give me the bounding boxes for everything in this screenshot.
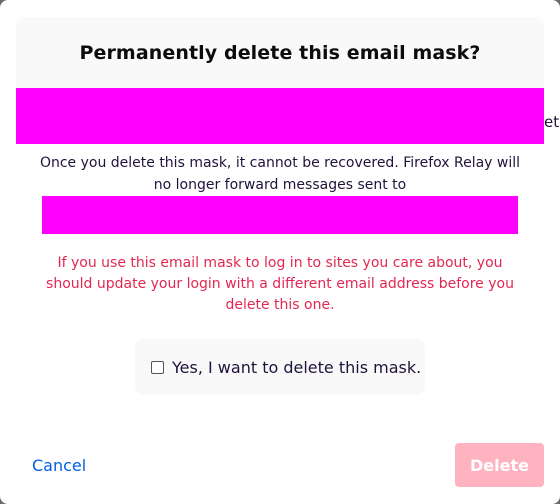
dialog-description: Once you delete this mask, it cannot be … [39, 155, 521, 193]
warning-message: If you use this email mask to log in to … [46, 255, 514, 313]
cancel-button[interactable]: Cancel [32, 456, 86, 475]
delete-button[interactable]: Delete [455, 443, 544, 487]
dialog-header: Permanently delete this email mask? [16, 17, 544, 88]
redacted-mask-address [16, 88, 544, 144]
confirm-checkbox[interactable] [151, 360, 164, 374]
dialog-title: Permanently delete this email mask? [79, 41, 481, 64]
clipped-text: et [544, 113, 560, 131]
delete-mask-dialog: Permanently delete this email mask? et O… [0, 0, 560, 504]
confirm-label: Yes, I want to delete this mask. [172, 357, 422, 377]
confirm-delete-option[interactable]: Yes, I want to delete this mask. [135, 339, 425, 395]
redacted-email-address [42, 196, 518, 234]
